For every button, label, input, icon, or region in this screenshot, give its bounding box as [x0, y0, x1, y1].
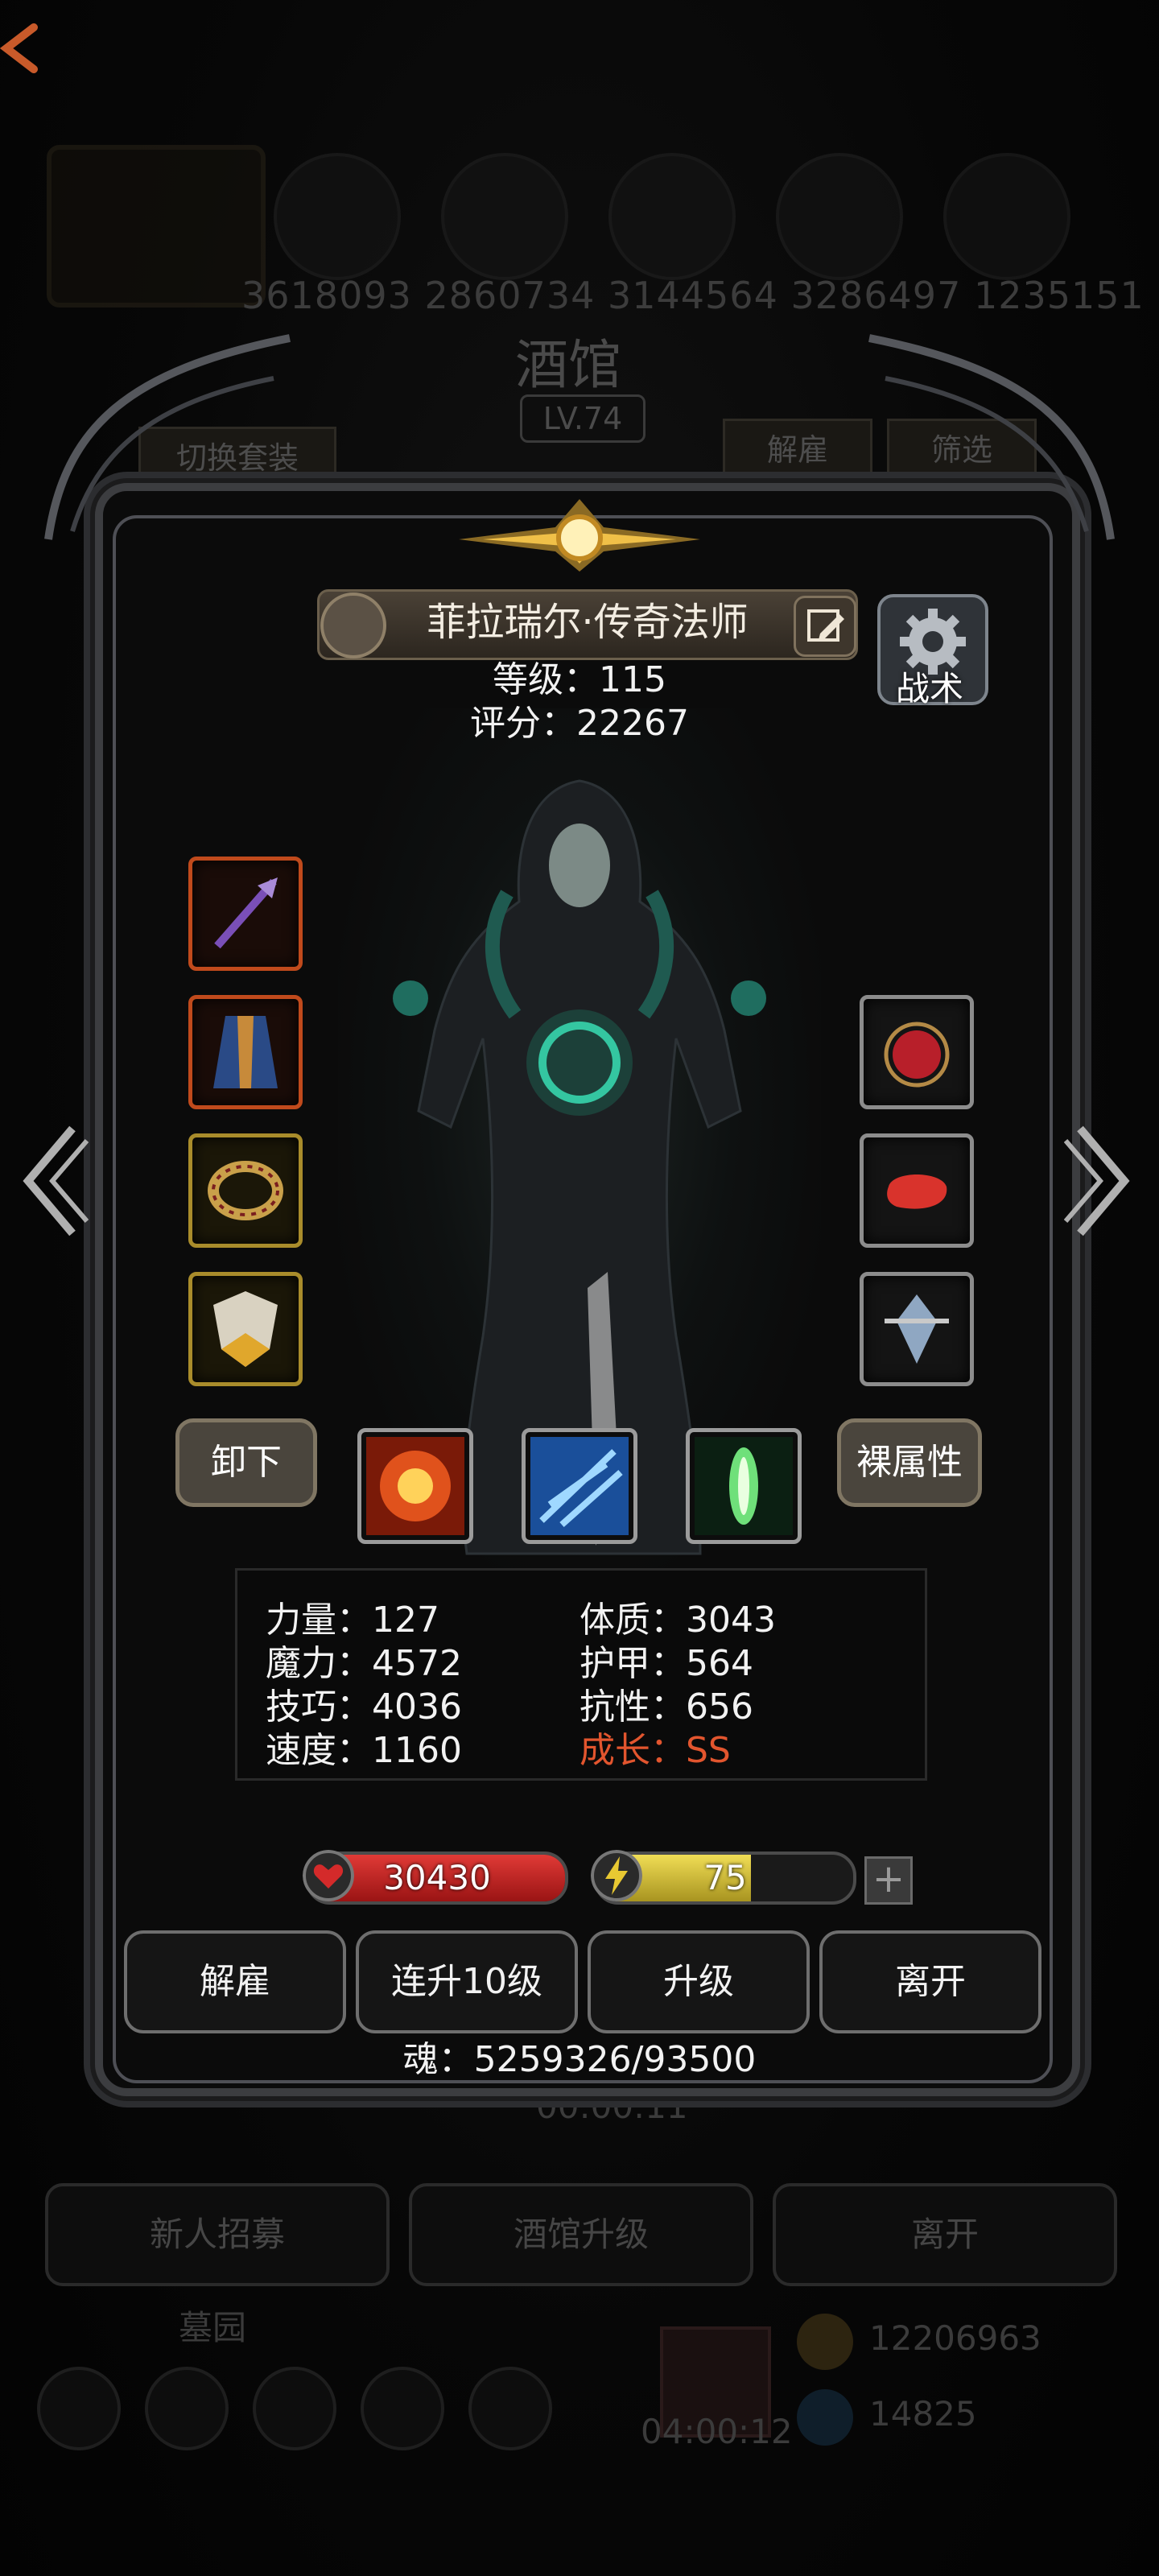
hero-name: 菲拉瑞尔·传奇法师 — [427, 600, 749, 645]
bottom-nav-icon-4 — [361, 2367, 444, 2450]
fire-burst-icon — [366, 1437, 464, 1535]
bottom-nav-icon-1 — [37, 2367, 121, 2450]
level-up-button[interactable]: 升级 — [588, 1930, 810, 2033]
equipment-slot-gem[interactable] — [860, 1133, 974, 1248]
add-energy-button[interactable]: + — [864, 1856, 913, 1905]
background-bottom-timer: 04:00:12 — [641, 2412, 793, 2451]
gold-coin-icon — [797, 2314, 853, 2370]
next-hero-arrow-icon[interactable] — [1064, 1121, 1136, 1241]
recruit-button: 新人招募 — [45, 2183, 390, 2286]
background-icon-4 — [776, 153, 903, 280]
naked-attributes-button[interactable]: 裸属性 — [837, 1418, 982, 1507]
heart-icon — [303, 1850, 354, 1901]
bottom-nav-icon-5 — [468, 2367, 552, 2450]
upgrade-tavern-button: 酒馆升级 — [409, 2183, 753, 2286]
skill-fire[interactable] — [357, 1428, 473, 1544]
attribute-growth: 成长：SS — [580, 1730, 731, 1771]
edit-name-button[interactable] — [794, 596, 856, 657]
equipment-slot-ring[interactable] — [188, 1133, 303, 1248]
plus-icon: + — [872, 1856, 905, 1901]
background-icon-5 — [943, 153, 1070, 280]
background-title: 酒馆 — [515, 334, 621, 396]
ice-slash-icon — [530, 1437, 629, 1535]
level-up-10-button[interactable]: 连升10级 — [356, 1930, 578, 2033]
leave-button[interactable]: 离开 — [819, 1930, 1041, 2033]
background-icon-3 — [608, 153, 736, 280]
edit-icon — [807, 609, 844, 642]
equipment-slot-armor[interactable] — [188, 995, 303, 1109]
corner-ornament-right — [868, 334, 1115, 540]
hero-emblem — [459, 499, 700, 572]
tactics-label: 战术 — [895, 669, 963, 708]
background-hero-avatar — [47, 145, 266, 308]
green-light-icon — [695, 1437, 793, 1535]
background-leave-button: 离开 — [773, 2183, 1117, 2286]
background-icon-1 — [274, 153, 401, 280]
background-section-label: 墓园 — [179, 2308, 247, 2347]
previous-hero-arrow-icon[interactable] — [16, 1121, 89, 1241]
back-icon[interactable] — [0, 23, 40, 79]
background-gold: 12206963 — [869, 2318, 1041, 2358]
medal-icon[interactable] — [320, 592, 386, 658]
bottom-nav-icon-3 — [253, 2367, 336, 2450]
skill-nature[interactable] — [686, 1428, 802, 1544]
unequip-button[interactable]: 卸下 — [175, 1418, 317, 1507]
crystal-emblem-icon — [885, 1294, 949, 1364]
amulet-icon — [884, 1022, 950, 1088]
ring-icon — [208, 1161, 283, 1220]
equipment-slot-weapon[interactable] — [188, 857, 303, 971]
shield-icon — [213, 1291, 278, 1367]
robe-icon — [213, 1016, 278, 1088]
background-level: LV.74 — [520, 394, 645, 443]
ruby-icon — [887, 1174, 947, 1209]
corner-ornament-left — [44, 334, 291, 540]
gem-icon — [797, 2389, 853, 2446]
hero-score: 评分：22267 — [470, 703, 689, 744]
background-icon-2 — [441, 153, 568, 280]
bottom-nav-icon-2 — [145, 2367, 229, 2450]
equipment-slot-shield[interactable] — [188, 1272, 303, 1386]
skill-ice[interactable] — [522, 1428, 637, 1544]
equipment-slot-amulet[interactable] — [860, 995, 974, 1109]
attribute-speed: 速度：1160 — [266, 1730, 462, 1771]
soul-counter: 魂：5259326/93500 — [402, 2039, 757, 2080]
lightning-icon — [591, 1850, 642, 1901]
equipment-slot-emblem[interactable] — [860, 1272, 974, 1386]
background-gem: 14825 — [869, 2394, 977, 2434]
dismiss-button[interactable]: 解雇 — [124, 1930, 346, 2033]
staff-icon — [214, 877, 278, 949]
dismiss-tab: 解雇 — [723, 419, 872, 481]
